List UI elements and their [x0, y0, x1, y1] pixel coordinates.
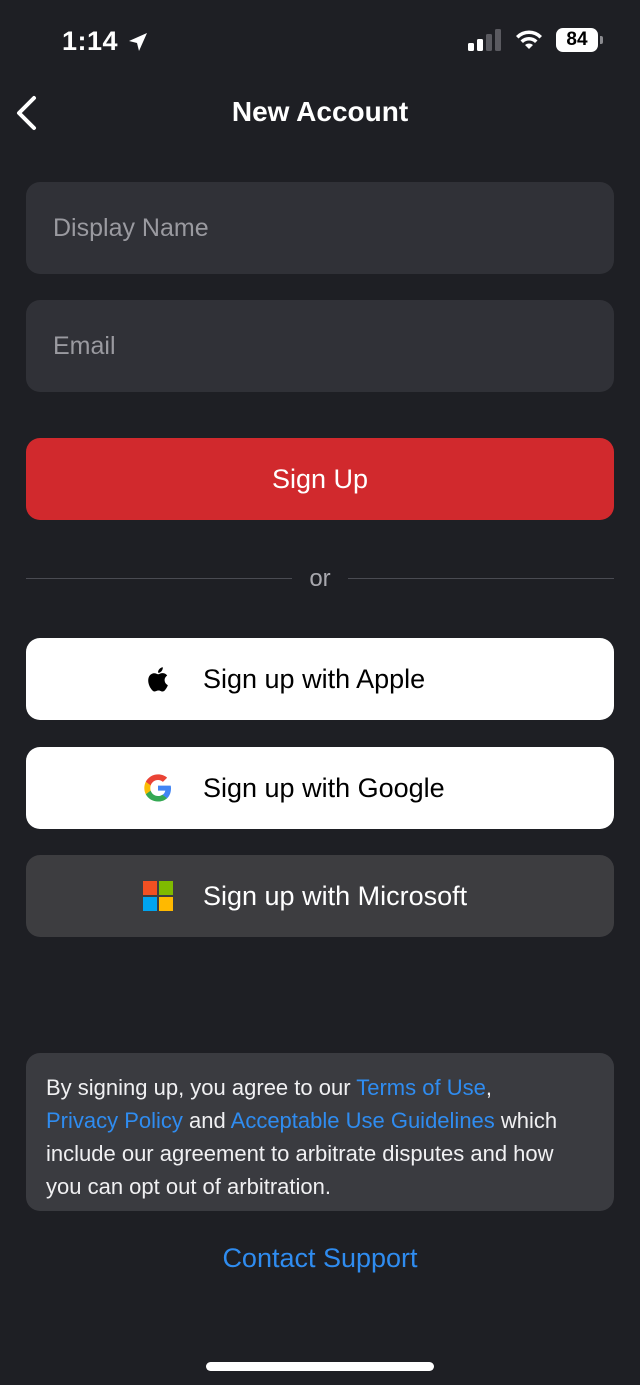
google-logo-icon — [144, 774, 171, 802]
apple-logo-icon — [148, 667, 168, 692]
sign-up-button[interactable]: Sign Up — [26, 438, 614, 520]
email-input[interactable] — [26, 300, 614, 392]
terms-and: and — [182, 1108, 231, 1133]
email-field-container — [26, 300, 614, 392]
terms-prefix: By signing up, you agree to our — [46, 1075, 357, 1100]
acceptable-use-guidelines-link[interactable]: Acceptable Use Guidelines — [231, 1108, 495, 1133]
divider-or-text: or — [309, 565, 331, 592]
cellular-signal-icon — [468, 29, 501, 51]
sign-up-apple-button[interactable]: Sign up with Apple — [26, 638, 614, 720]
status-indicators: 84 — [468, 28, 603, 52]
display-name-field-container — [26, 182, 614, 274]
wifi-icon — [516, 30, 542, 49]
terms-of-use-link[interactable]: Terms of Use — [356, 1075, 486, 1100]
display-name-input[interactable] — [26, 182, 614, 274]
battery-level: 84 — [566, 29, 588, 50]
status-time: 1:14 — [62, 26, 150, 57]
privacy-policy-link[interactable]: Privacy Policy — [46, 1108, 183, 1133]
microsoft-logo-icon — [143, 881, 173, 911]
location-arrow-icon — [129, 32, 148, 51]
status-time-text: 1:14 — [62, 26, 119, 56]
terms-comma: , — [485, 1075, 492, 1100]
sign-up-label: Sign Up — [271, 463, 369, 494]
contact-support-link[interactable]: Contact Support — [0, 1243, 640, 1274]
page-title: New Account — [231, 96, 409, 127]
home-indicator — [206, 1362, 434, 1371]
sign-up-google-button[interactable]: Sign up with Google — [26, 747, 614, 829]
sign-up-apple-label: Sign up with Apple — [203, 664, 426, 694]
new-account-screen: 1:14 84 New Account Sign Up — [0, 0, 640, 1385]
sign-up-microsoft-label: Sign up with Microsoft — [203, 881, 468, 911]
sign-up-microsoft-button[interactable]: Sign up with Microsoft — [26, 855, 614, 937]
terms-notice: By signing up, you agree to our Terms of… — [26, 1053, 614, 1211]
battery-icon: 84 — [556, 28, 603, 52]
sign-up-google-label: Sign up with Google — [203, 773, 445, 803]
